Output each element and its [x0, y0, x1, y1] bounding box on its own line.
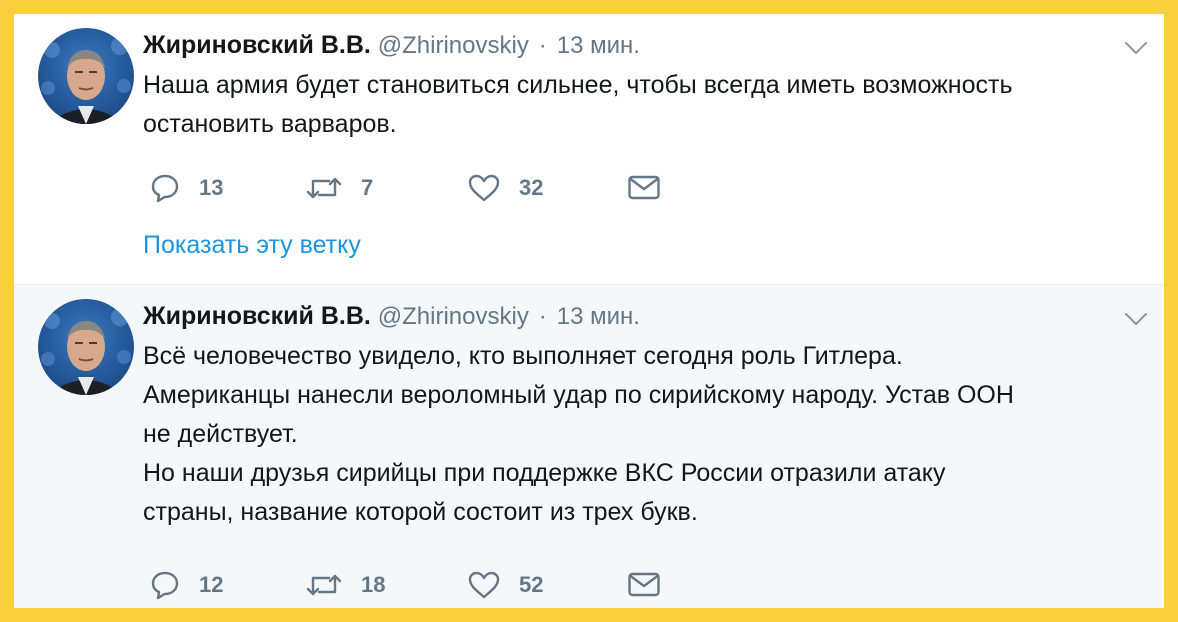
tweet-text: Наша армия будет становиться сильнее, чт… [143, 71, 1013, 138]
retweet-count: 18 [361, 572, 386, 597]
like-button[interactable]: 52 [467, 567, 543, 603]
tweet-timeline: Жириновский В.В. @Zhirinovskiy · 13 мин.… [14, 14, 1164, 608]
reply-icon [149, 569, 181, 601]
reply-button[interactable]: 13 [149, 170, 223, 206]
tweet-actions: 12 18 52 [143, 567, 743, 603]
timestamp[interactable]: 13 мин. [557, 32, 640, 59]
retweet-icon [305, 570, 343, 600]
envelope-icon [627, 571, 661, 599]
tweet-header: Жириновский В.В. @Zhirinovskiy · 13 мин. [143, 30, 640, 61]
tweet[interactable]: Жириновский В.В. @Zhirinovskiy · 13 мин.… [14, 285, 1164, 608]
retweet-button[interactable]: 7 [305, 170, 373, 206]
like-count: 52 [519, 572, 544, 597]
chevron-down-icon[interactable] [1124, 311, 1148, 327]
chevron-down-icon[interactable] [1124, 40, 1148, 56]
like-count: 32 [519, 175, 544, 200]
reply-button[interactable]: 12 [149, 567, 223, 603]
tweet[interactable]: Жириновский В.В. @Zhirinovskiy · 13 мин.… [14, 14, 1164, 285]
reply-count: 13 [199, 175, 224, 200]
tweet-header: Жириновский В.В. @Zhirinovskiy · 13 мин. [143, 301, 640, 332]
author-name[interactable]: Жириновский В.В. [143, 31, 371, 59]
reply-count: 12 [199, 572, 224, 597]
tweet-actions: 13 7 32 [143, 170, 743, 206]
separator: · [538, 303, 547, 330]
separator: · [538, 32, 547, 59]
show-thread-link[interactable]: Показать эту ветку [143, 231, 361, 260]
retweet-button[interactable]: 18 [305, 567, 385, 603]
like-button[interactable]: 32 [467, 170, 543, 206]
avatar[interactable] [38, 299, 134, 395]
timestamp[interactable]: 13 мин. [557, 303, 640, 330]
direct-message-button[interactable] [627, 567, 661, 603]
reply-icon [149, 172, 181, 204]
heart-icon [467, 570, 501, 600]
retweet-count: 7 [361, 175, 374, 200]
author-name[interactable]: Жириновский В.В. [143, 302, 371, 330]
envelope-icon [627, 174, 661, 202]
avatar[interactable] [38, 28, 134, 124]
direct-message-button[interactable] [627, 170, 661, 206]
author-handle[interactable]: @Zhirinovskiy [378, 32, 529, 59]
heart-icon [467, 173, 501, 203]
author-handle[interactable]: @Zhirinovskiy [378, 303, 529, 330]
tweet-text: Всё человечество увидело, кто выполняет … [143, 342, 1014, 526]
retweet-icon [305, 173, 343, 203]
